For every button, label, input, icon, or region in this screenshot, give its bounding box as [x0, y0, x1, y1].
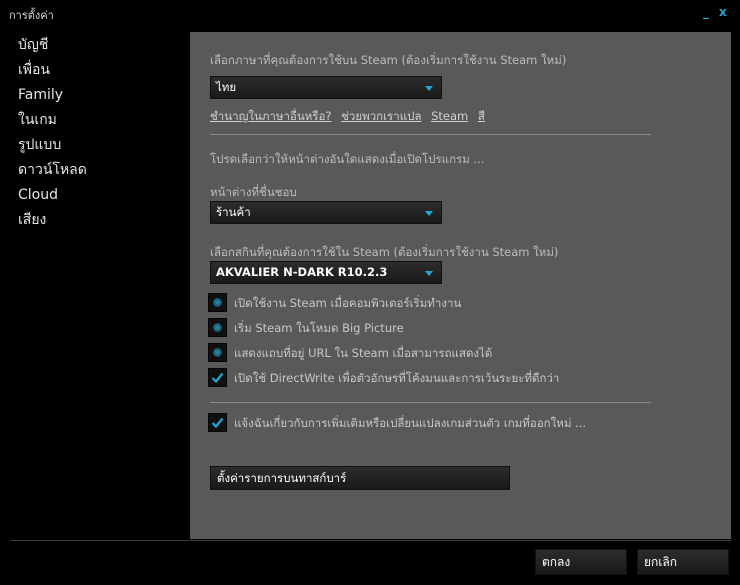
cancel-button[interactable]: ยกเลิก — [637, 549, 729, 575]
directwrite-label: เปิดใช้ DirectWrite เพื่อตัวอักษรที่โค้ง… — [234, 371, 560, 385]
sidebar-item-friends[interactable]: เพื่อน — [18, 61, 178, 86]
divider — [210, 134, 651, 135]
sidebar-item-account[interactable]: บัญชี — [18, 36, 178, 61]
big-picture-label: เริ่ม Steam ในโหมด Big Picture — [234, 321, 404, 335]
notify-checkbox[interactable] — [208, 413, 227, 432]
skin-value: AKVALIER N-DARK R10.2.3 — [216, 265, 388, 279]
directwrite-checkbox[interactable] — [208, 368, 227, 387]
sidebar-item-cloud[interactable]: Cloud — [18, 186, 178, 211]
translation-links: ชำนาญในภาษาอื่นหรือ? ช่วยพวกเราแปล Steam… — [210, 108, 491, 126]
language-dropdown[interactable]: ไทย — [210, 76, 442, 99]
sidebar-item-voice[interactable]: เสียง — [18, 211, 178, 236]
startup-window-description: โปรดเลือกว่าให้หน้าต่างอันใดแสดงเมื่อเปิ… — [210, 152, 485, 166]
url-bar-label: แสดงแถบที่อยู่ URL ใน Steam เมื่อสามารถแ… — [234, 346, 493, 360]
ok-button[interactable]: ตกลง — [535, 549, 627, 575]
minimize-button[interactable]: _ — [703, 5, 709, 19]
language-label: เลือกภาษาที่คุณต้องการใช้บน Steam (ต้องเ… — [210, 53, 567, 67]
help-translate-link[interactable]: ช่วยพวกเราแปล — [341, 109, 421, 123]
url-bar-checkbox[interactable] — [208, 343, 227, 362]
settings-sidebar: บัญชี เพื่อน Family ในเกม รูปแบบ ดาวน์โห… — [18, 36, 178, 236]
divider — [210, 402, 651, 403]
sidebar-item-in-game[interactable]: ในเกม — [18, 111, 178, 136]
chevron-down-icon — [425, 211, 433, 216]
title-bar[interactable]: การตั้งค่า _ x — [0, 0, 740, 26]
window-title: การตั้งค่า — [9, 9, 54, 22]
sidebar-item-downloads[interactable]: ดาวน์โหลด — [18, 161, 178, 186]
notify-label: แจ้งฉันเกี่ยวกับการเพิ่มเติมหรือเปลี่ยนแ… — [234, 416, 587, 430]
sidebar-item-family[interactable]: Family — [18, 86, 178, 111]
language-value: ไทย — [216, 80, 237, 94]
chevron-down-icon — [425, 271, 433, 276]
big-picture-checkbox[interactable] — [208, 318, 227, 337]
checkmark-icon — [211, 417, 224, 429]
close-button[interactable]: x — [719, 5, 727, 19]
start-on-boot-label: เปิดใช้งาน Steam เมื่อคอมพิวเตอร์เริ่มทำ… — [234, 296, 462, 310]
steam-link[interactable]: Steam — [431, 109, 468, 123]
other-language-link[interactable]: ชำนาญในภาษาอื่นหรือ? — [210, 109, 331, 123]
start-on-boot-checkbox[interactable] — [208, 293, 227, 312]
chevron-down-icon — [425, 86, 433, 91]
favorite-window-dropdown[interactable]: ร้านค้า — [210, 201, 442, 224]
skin-dropdown[interactable]: AKVALIER N-DARK R10.2.3 — [210, 261, 442, 284]
favorite-window-label: หน้าต่างที่ชื่นชอบ — [210, 185, 297, 199]
footer-divider — [10, 540, 731, 541]
sidebar-item-interface[interactable]: รูปแบบ — [18, 136, 178, 161]
taskbar-settings-button[interactable]: ตั้งค่ารายการบนทาสก์บาร์ — [210, 466, 510, 490]
interface-settings-panel: เลือกภาษาที่คุณต้องการใช้บน Steam (ต้องเ… — [190, 32, 731, 539]
colors-link[interactable]: สี — [478, 109, 485, 123]
skin-label: เลือกสกินที่คุณต้องการใช้ใน Steam (ต้องเ… — [210, 245, 559, 259]
checkmark-icon — [211, 372, 224, 384]
favorite-window-value: ร้านค้า — [216, 205, 251, 219]
